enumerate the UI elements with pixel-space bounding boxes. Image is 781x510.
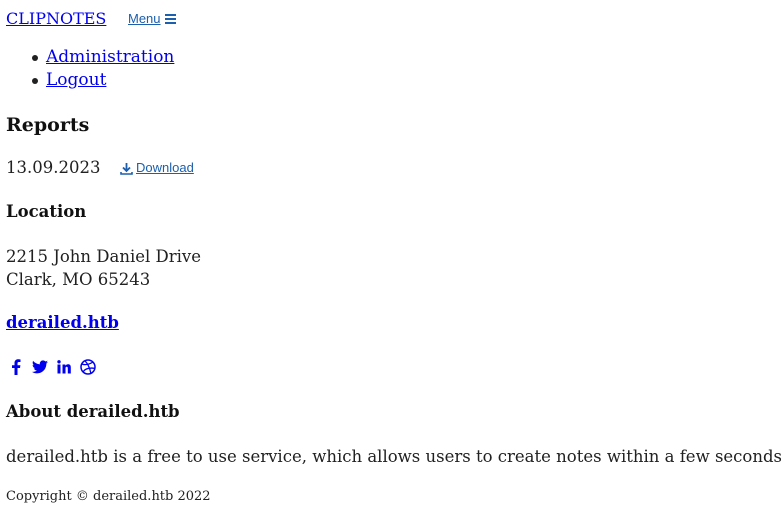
twitter-icon[interactable] bbox=[32, 358, 48, 376]
hamburger-icon bbox=[164, 14, 176, 24]
location-heading: Location bbox=[6, 202, 87, 221]
download-button[interactable]: Download bbox=[120, 160, 194, 176]
list-bullet bbox=[32, 55, 38, 61]
about-text: derailed.htb is a free to use service, w… bbox=[6, 447, 781, 466]
menu-toggle-button[interactable]: Menu bbox=[128, 11, 176, 27]
brand-link[interactable]: CLIPNOTES bbox=[6, 9, 106, 29]
copyright-text: Copyright © derailed.htb 2022 bbox=[6, 489, 211, 504]
facebook-icon[interactable] bbox=[8, 358, 24, 376]
nav-link-logout[interactable]: Logout bbox=[46, 69, 106, 91]
dribbble-icon[interactable] bbox=[80, 358, 96, 376]
social-icons bbox=[8, 358, 96, 376]
about-heading: About derailed.htb bbox=[6, 402, 180, 421]
list-bullet bbox=[32, 78, 38, 84]
address-line-1: 2215 John Daniel Drive bbox=[6, 247, 202, 266]
linkedin-icon[interactable] bbox=[56, 358, 72, 376]
reports-heading: Reports bbox=[6, 114, 90, 136]
site-link[interactable]: derailed.htb bbox=[6, 312, 119, 334]
menu-label: Menu bbox=[128, 11, 161, 26]
nav-link-administration[interactable]: Administration bbox=[46, 46, 174, 68]
download-icon bbox=[120, 162, 133, 175]
report-date: 13.09.2023 bbox=[6, 158, 101, 177]
address-line-2: Clark, MO 65243 bbox=[6, 270, 151, 289]
download-label: Download bbox=[136, 160, 194, 175]
